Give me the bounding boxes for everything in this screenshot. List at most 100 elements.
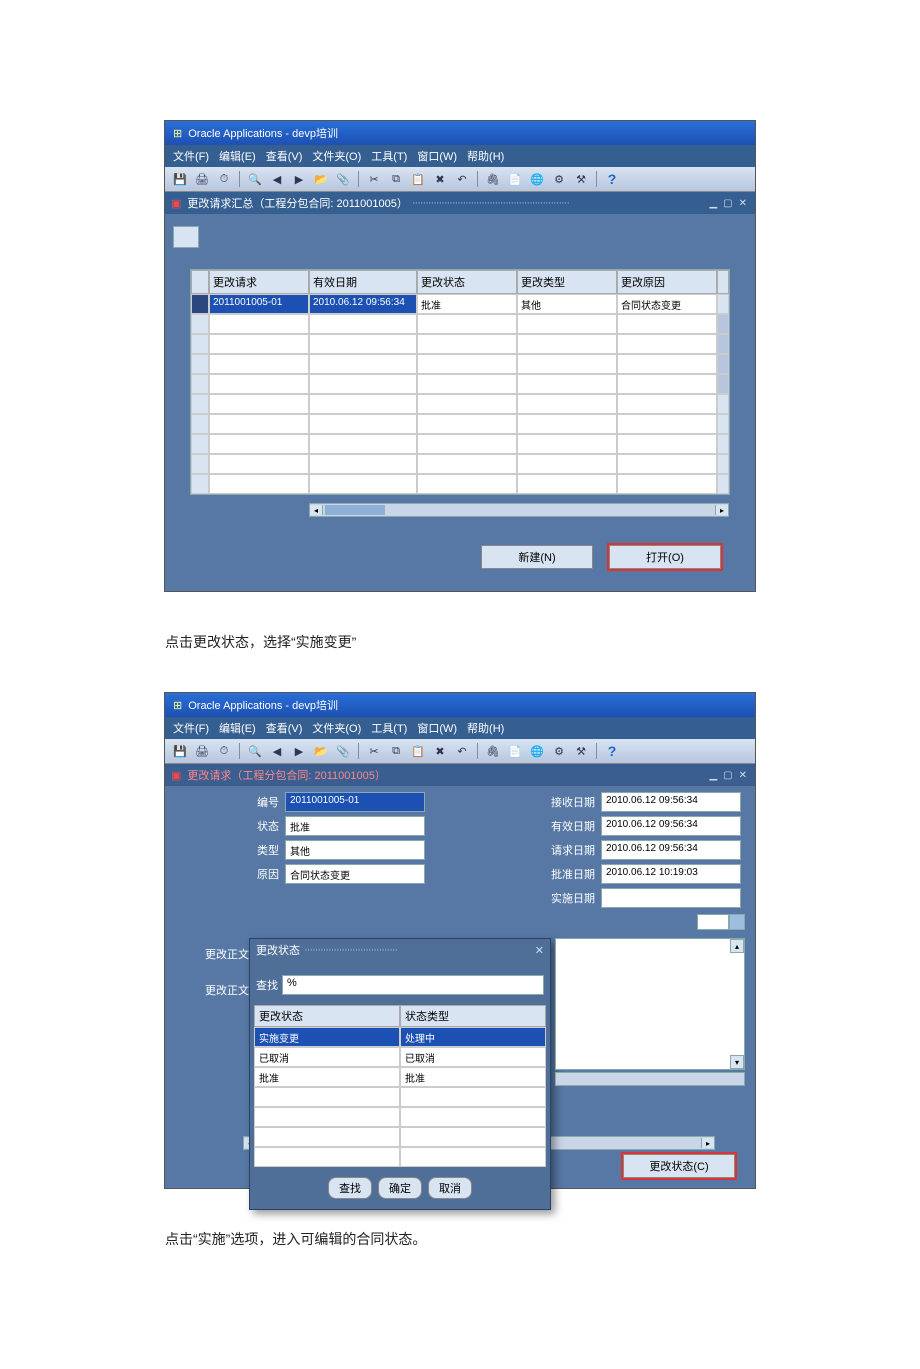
- search-icon[interactable]: 🔍: [246, 742, 264, 760]
- help-icon[interactable]: ?: [603, 742, 621, 760]
- attach-icon[interactable]: 🖇: [484, 170, 502, 188]
- input-number[interactable]: 2011001005-01: [285, 792, 425, 812]
- grid-cell-date[interactable]: 2010.06.12 09:56:34: [309, 294, 417, 314]
- popup-search-input[interactable]: %: [282, 975, 544, 995]
- grid-vscroll-down[interactable]: [717, 474, 729, 494]
- maximize-icon[interactable]: ▢: [721, 198, 734, 209]
- copy-icon[interactable]: ⧉: [387, 170, 405, 188]
- menu-window[interactable]: 窗口(W): [417, 148, 457, 164]
- menubar[interactable]: 文件(F) 编辑(E) 查看(V) 文件夹(O) 工具(T) 窗口(W) 帮助(…: [165, 145, 755, 167]
- grid-header-request[interactable]: 更改请求: [209, 270, 309, 294]
- help-icon[interactable]: ?: [603, 170, 621, 188]
- tool1-icon[interactable]: ⚙: [550, 170, 568, 188]
- clock-icon[interactable]: ⏱: [215, 742, 233, 760]
- menu-help[interactable]: 帮助(H): [467, 148, 504, 164]
- popup-col-type[interactable]: 状态类型: [400, 1005, 546, 1027]
- clip-icon[interactable]: 📎: [334, 742, 352, 760]
- vscroll-down-icon[interactable]: ▾: [730, 1055, 744, 1069]
- menu-tools[interactable]: 工具(T): [371, 720, 407, 736]
- input-recv-date[interactable]: 2010.06.12 09:56:34: [601, 792, 741, 812]
- nav-right-icon[interactable]: ▶: [290, 170, 308, 188]
- open-button[interactable]: 打开(O): [609, 545, 721, 569]
- nav-right-icon[interactable]: ▶: [290, 742, 308, 760]
- popup-cancel-button[interactable]: 取消: [428, 1177, 472, 1199]
- grid-cell-reason[interactable]: 合同状态变更: [617, 294, 717, 314]
- input-req-date[interactable]: 2010.06.12 09:56:34: [601, 840, 741, 860]
- tool2-icon[interactable]: ⚒: [572, 170, 590, 188]
- dff-flex-button-left[interactable]: [697, 914, 729, 930]
- delete-icon[interactable]: ✖: [431, 170, 449, 188]
- menubar[interactable]: 文件(F) 编辑(E) 查看(V) 文件夹(O) 工具(T) 窗口(W) 帮助(…: [165, 717, 755, 739]
- vscroll-up-icon[interactable]: ▴: [730, 939, 744, 953]
- grid-header-reason[interactable]: 更改原因: [617, 270, 717, 294]
- doc-icon[interactable]: 📄: [506, 170, 524, 188]
- minimize-icon[interactable]: ▁: [707, 198, 719, 209]
- grid-header-eff-date[interactable]: 有效日期: [309, 270, 417, 294]
- menu-folder[interactable]: 文件夹(O): [312, 720, 361, 736]
- tool2-icon[interactable]: ⚒: [572, 742, 590, 760]
- nav-left-icon[interactable]: ◀: [268, 742, 286, 760]
- menu-file[interactable]: 文件(F): [173, 720, 209, 736]
- paste-icon[interactable]: 📋: [409, 170, 427, 188]
- input-eff-date[interactable]: 2010.06.12 09:56:34: [601, 816, 741, 836]
- clock-icon[interactable]: ⏱: [215, 170, 233, 188]
- grid-cell-status[interactable]: 批准: [417, 294, 517, 314]
- grid-cell-type[interactable]: 其他: [517, 294, 617, 314]
- menu-view[interactable]: 查看(V): [266, 720, 303, 736]
- popup-item-cancelled[interactable]: 已取消 已取消: [254, 1047, 546, 1067]
- maximize-icon[interactable]: ▢: [721, 770, 734, 781]
- folder-icon[interactable]: 📂: [312, 170, 330, 188]
- input-impl-date[interactable]: [601, 888, 741, 908]
- description-hscroll[interactable]: [555, 1072, 745, 1086]
- tool1-icon[interactable]: ⚙: [550, 742, 568, 760]
- hscroll-right-icon[interactable]: ▸: [715, 505, 728, 515]
- save-icon[interactable]: 💾: [171, 170, 189, 188]
- menu-tools[interactable]: 工具(T): [371, 148, 407, 164]
- menu-folder[interactable]: 文件夹(O): [312, 148, 361, 164]
- menu-view[interactable]: 查看(V): [266, 148, 303, 164]
- search-icon[interactable]: 🔍: [246, 170, 264, 188]
- grid-header-type[interactable]: 更改类型: [517, 270, 617, 294]
- grid-row-indicator[interactable]: [191, 294, 209, 314]
- grid-vscroll-thumb[interactable]: [717, 314, 729, 334]
- nav-left-icon[interactable]: ◀: [268, 170, 286, 188]
- folder-tool-button[interactable]: [173, 226, 199, 248]
- delete-icon[interactable]: ✖: [431, 742, 449, 760]
- grid-header-status[interactable]: 更改状态: [417, 270, 517, 294]
- globe-icon[interactable]: 🌐: [528, 170, 546, 188]
- popup-col-status[interactable]: 更改状态: [254, 1005, 400, 1027]
- undo-icon[interactable]: ↶: [453, 742, 471, 760]
- copy-icon[interactable]: ⧉: [387, 742, 405, 760]
- print-icon[interactable]: 🖨: [193, 742, 211, 760]
- print-icon[interactable]: 🖨: [193, 170, 211, 188]
- input-status[interactable]: 批准: [285, 816, 425, 836]
- folder-icon[interactable]: 📂: [312, 742, 330, 760]
- grid-cell-request[interactable]: 2011001005-01: [209, 294, 309, 314]
- hscroll-thumb[interactable]: [325, 505, 385, 515]
- globe-icon[interactable]: 🌐: [528, 742, 546, 760]
- undo-icon[interactable]: ↶: [453, 170, 471, 188]
- paste-icon[interactable]: 📋: [409, 742, 427, 760]
- hscroll-left-icon[interactable]: ◂: [310, 505, 323, 515]
- menu-window[interactable]: 窗口(W): [417, 720, 457, 736]
- clip-icon[interactable]: 📎: [334, 170, 352, 188]
- popup-ok-button[interactable]: 确定: [378, 1177, 422, 1199]
- dff-flex-button-right[interactable]: [729, 914, 745, 930]
- attach-icon[interactable]: 🖇: [484, 742, 502, 760]
- cut-icon[interactable]: ✂: [365, 170, 383, 188]
- popup-item-approve[interactable]: 批准 批准: [254, 1067, 546, 1087]
- new-button[interactable]: 新建(N): [481, 545, 593, 569]
- minimize-icon[interactable]: ▁: [707, 770, 719, 781]
- hscroll2-right-icon[interactable]: ▸: [701, 1138, 714, 1148]
- menu-file[interactable]: 文件(F): [173, 148, 209, 164]
- close-icon[interactable]: ✕: [737, 198, 749, 209]
- input-reason[interactable]: 合同状态变更: [285, 864, 425, 884]
- doc-icon[interactable]: 📄: [506, 742, 524, 760]
- menu-help[interactable]: 帮助(H): [467, 720, 504, 736]
- popup-item-implement[interactable]: 实施变更 处理中: [254, 1027, 546, 1047]
- input-type[interactable]: 其他: [285, 840, 425, 860]
- description-textarea[interactable]: ▴ ▾: [555, 938, 745, 1070]
- popup-find-button[interactable]: 查找: [328, 1177, 372, 1199]
- close-icon[interactable]: ✕: [737, 770, 749, 781]
- menu-edit[interactable]: 编辑(E): [219, 720, 256, 736]
